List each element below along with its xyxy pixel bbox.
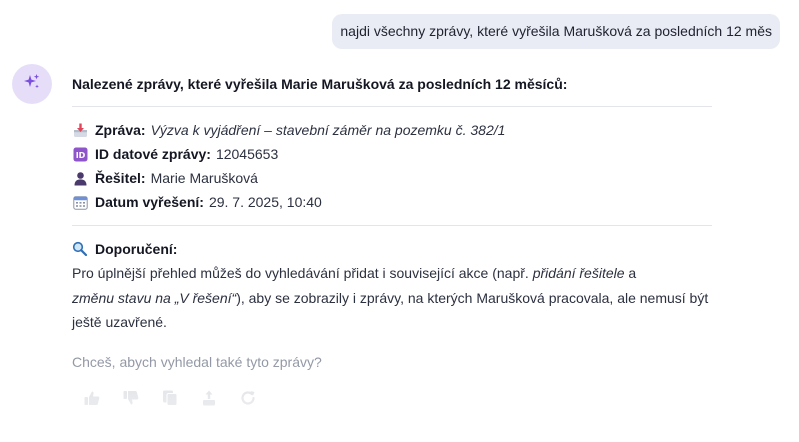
recommendation-emphasis: změnu stavu na „V řešení“ xyxy=(72,289,237,306)
message-actions xyxy=(82,388,258,408)
field-resolver-value: Marie Marušková xyxy=(150,170,258,186)
sparkles-icon xyxy=(23,73,41,96)
field-resolver: Řešitel: Marie Marušková xyxy=(72,166,712,190)
field-message-id-value: 12045653 xyxy=(215,146,279,162)
recommendation: Doporučení: Pro úplnější přehled můžeš d… xyxy=(72,226,712,335)
inbox-tray-icon xyxy=(72,122,88,138)
assistant-answer: Nalezené zprávy, které vyřešila Marie Ma… xyxy=(72,70,712,374)
svg-text:ID: ID xyxy=(75,151,85,160)
recommendation-emphasis: přidání řešitele xyxy=(532,265,625,281)
field-resolved-date-value: 29. 7. 2025, 10:40 xyxy=(208,194,322,210)
thumbs-up-icon[interactable] xyxy=(82,388,102,408)
recommendation-heading: Doporučení: xyxy=(72,237,712,261)
recommendation-title: Doporučení: xyxy=(95,241,178,257)
field-message-value: Výzva k vyjádření – stavební záměr na po… xyxy=(150,122,506,138)
regenerate-icon[interactable] xyxy=(238,388,258,408)
recommendation-text-part: a xyxy=(624,265,637,281)
assistant-avatar xyxy=(12,64,52,104)
field-message-label: Zpráva: xyxy=(95,122,146,138)
field-message: Zpráva: Výzva k vyjádření – stavební zám… xyxy=(72,118,712,142)
user-message-text: najdi všechny zprávy, které vyřešila Mar… xyxy=(340,23,772,39)
field-resolved-date-label: Datum vyřešení: xyxy=(95,194,204,210)
follow-up-question: Chceš, abych vyhledal také tyto zprávy? xyxy=(72,353,322,370)
field-message-id: ID ID datové zprávy: 12045653 xyxy=(72,142,712,166)
user-message-bubble: najdi všechny zprávy, které vyřešila Mar… xyxy=(332,14,780,49)
field-resolved-date: Datum vyřešení: 29. 7. 2025, 10:40 xyxy=(72,190,712,214)
recommendation-text-part: Pro úplnější přehled můžeš do vyhledáván… xyxy=(72,265,533,281)
thumbs-down-icon[interactable] xyxy=(121,388,141,408)
field-message-id-label: ID datové zprávy: xyxy=(95,146,211,162)
answer-heading: Nalezené zprávy, které vyřešila Marie Ma… xyxy=(72,76,568,92)
export-icon[interactable] xyxy=(199,388,219,408)
calendar-icon xyxy=(72,194,88,210)
recommendation-text: Pro úplnější přehled můžeš do vyhledáván… xyxy=(72,261,712,335)
id-badge-icon: ID xyxy=(72,146,88,162)
result-fields: Zpráva: Výzva k vyjádření – stavební zám… xyxy=(72,107,712,225)
magnifier-icon xyxy=(72,241,88,257)
copy-icon[interactable] xyxy=(160,388,180,408)
field-resolver-label: Řešitel: xyxy=(95,170,146,186)
person-icon xyxy=(72,170,88,186)
